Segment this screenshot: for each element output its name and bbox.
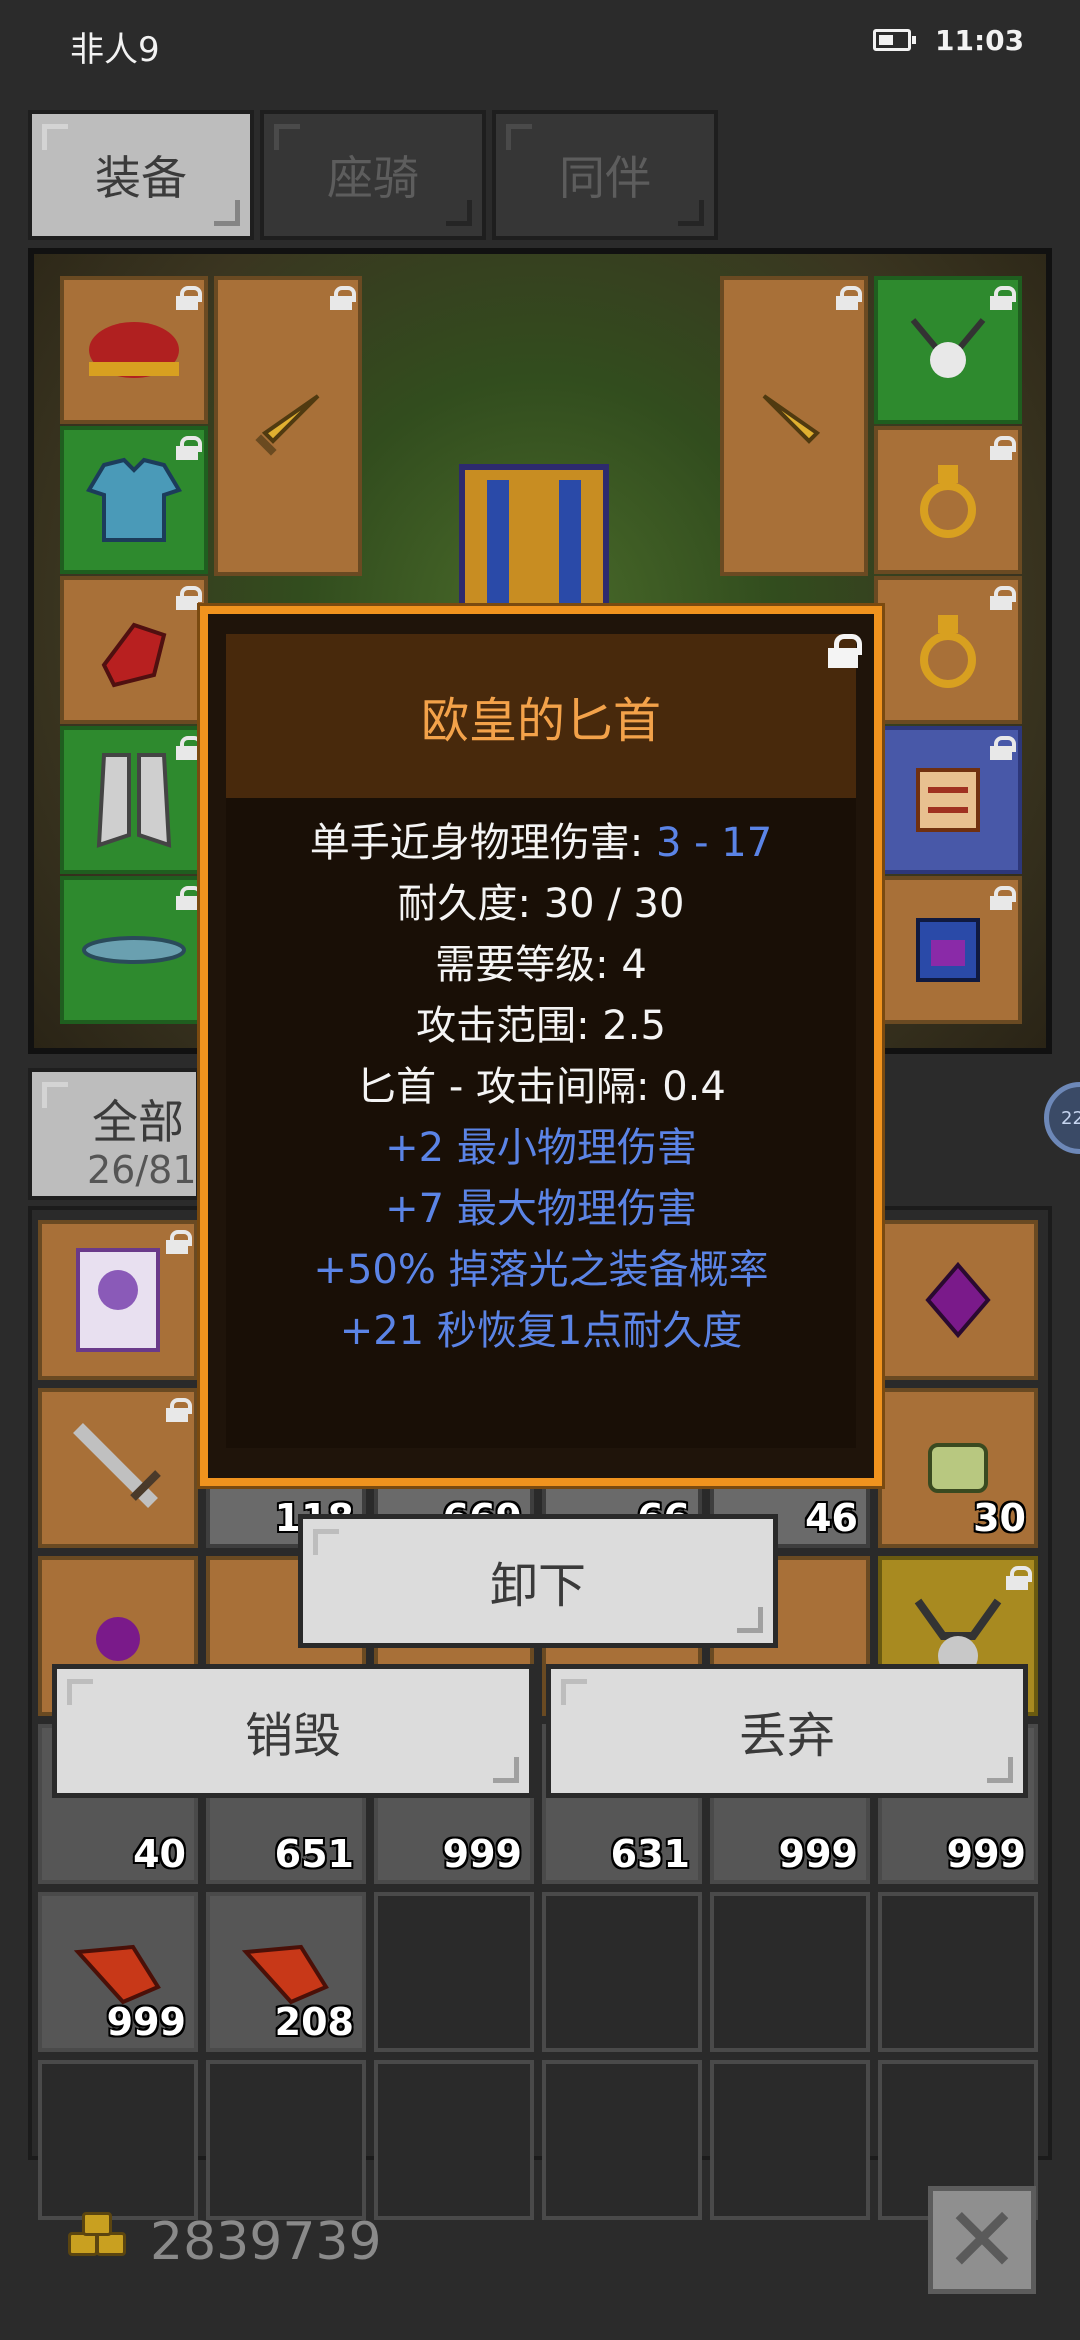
inventory-slot-empty[interactable] xyxy=(710,2060,870,2220)
lock-icon xyxy=(176,736,202,760)
gem-icon xyxy=(882,1224,1034,1376)
lock-icon xyxy=(176,886,202,910)
discard-button[interactable]: 丢弃 xyxy=(546,1664,1028,1798)
item-tooltip: 欧皇的匕首 单手近身物理伤害: 3 - 17 耐久度: 30 / 30 需要等级… xyxy=(200,606,882,1486)
inventory-slot-empty[interactable] xyxy=(710,1892,870,2052)
item-quantity: 999 xyxy=(946,1832,1026,1876)
stat-damage: 单手近身物理伤害: 3 - 17 xyxy=(226,810,856,868)
item-quantity: 999 xyxy=(106,2000,186,2044)
inventory-slot-empty[interactable] xyxy=(374,2060,534,2220)
clock: 11:03 xyxy=(935,24,1025,57)
lock-icon xyxy=(176,286,202,310)
chest-icon xyxy=(459,464,609,614)
side-bubble-text: 22 xyxy=(1061,1107,1080,1129)
stat-bonus: +2 最小物理伤害 xyxy=(385,1125,697,1171)
tab-label: 同伴 xyxy=(559,151,651,205)
lock-icon xyxy=(990,886,1016,910)
belt-slot[interactable] xyxy=(60,876,208,1024)
ring-slot-1[interactable] xyxy=(874,426,1022,574)
item-quantity: 999 xyxy=(778,1832,858,1876)
tab-mount[interactable]: 座骑 xyxy=(260,110,486,240)
inventory-slot[interactable]: 208 xyxy=(206,1892,366,2052)
gloves-slot[interactable] xyxy=(60,576,208,724)
lock-icon[interactable] xyxy=(828,634,862,668)
inventory-slot-empty[interactable] xyxy=(38,2060,198,2220)
lock-icon xyxy=(836,286,862,310)
item-quantity: 208 xyxy=(274,2000,354,2044)
gold-coins-icon xyxy=(68,2210,132,2264)
lock-icon xyxy=(176,586,202,610)
helmet-slot[interactable] xyxy=(60,276,208,424)
ring-slot-2[interactable] xyxy=(874,576,1022,724)
inventory-slot-empty[interactable] xyxy=(374,1892,534,2052)
tab-label: 座骑 xyxy=(327,151,419,205)
lock-icon xyxy=(990,286,1016,310)
item-quantity: 651 xyxy=(274,1832,354,1876)
close-button[interactable]: ✕ xyxy=(928,2186,1036,2294)
lock-icon xyxy=(176,436,202,460)
item-quantity: 999 xyxy=(442,1832,522,1876)
destroy-label: 销毁 xyxy=(244,1708,341,1764)
stat-durability: 耐久度: 30 / 30 xyxy=(397,881,685,927)
dagger-icon xyxy=(724,280,864,572)
side-float-button[interactable]: 22 xyxy=(1044,1082,1080,1154)
stat-bonus: +7 最大物理伤害 xyxy=(385,1186,697,1232)
destroy-button[interactable]: 销毁 xyxy=(52,1664,534,1798)
main-hand-slot[interactable] xyxy=(214,276,362,576)
amulet-slot[interactable] xyxy=(874,276,1022,424)
inventory-slot[interactable]: 999 xyxy=(38,1892,198,2052)
stat-interval: 匕首 - 攻击间隔: 0.4 xyxy=(356,1064,726,1110)
carrier-label: 非人9 xyxy=(70,30,160,70)
filter-tab-all[interactable]: 全部 26/81 xyxy=(28,1068,200,1200)
stat-range: 攻击范围: 2.5 xyxy=(416,1003,666,1049)
inventory-slot-empty[interactable] xyxy=(542,1892,702,2052)
gold-amount: 2839739 xyxy=(150,2212,382,2272)
dagger-icon xyxy=(218,280,358,572)
armor-slot[interactable] xyxy=(60,426,208,574)
book-slot[interactable] xyxy=(874,876,1022,1024)
inventory-slot-empty[interactable] xyxy=(542,2060,702,2220)
discard-label: 丢弃 xyxy=(738,1708,835,1764)
unequip-button[interactable]: 卸下 xyxy=(298,1514,778,1648)
status-bar: 非人9 11:03 xyxy=(0,0,1080,90)
item-quantity: 40 xyxy=(133,1832,186,1876)
filter-count: 26/81 xyxy=(87,1148,197,1192)
boots-slot[interactable] xyxy=(60,726,208,874)
lock-icon xyxy=(990,436,1016,460)
inventory-slot-empty[interactable] xyxy=(878,1892,1038,2052)
inventory-slot[interactable] xyxy=(878,1220,1038,1380)
unequip-label: 卸下 xyxy=(489,1558,586,1614)
lock-icon xyxy=(166,1398,192,1422)
stat-bonus: +50% 掉落光之装备概率 xyxy=(313,1247,769,1293)
inventory-slot-empty[interactable] xyxy=(206,2060,366,2220)
item-title: 欧皇的匕首 xyxy=(226,634,856,798)
inventory-slot[interactable] xyxy=(38,1388,198,1548)
lock-icon xyxy=(990,586,1016,610)
battery-icon xyxy=(873,29,916,51)
filter-label: 全部 xyxy=(92,1095,184,1149)
tab-label: 装备 xyxy=(95,151,187,205)
item-quantity: 631 xyxy=(610,1832,690,1876)
item-stats: 单手近身物理伤害: 3 - 17 耐久度: 30 / 30 需要等级: 4 攻击… xyxy=(226,798,856,1448)
inventory-slot[interactable] xyxy=(38,1220,198,1380)
lock-icon xyxy=(166,1230,192,1254)
stat-damage-label: 单手近身物理伤害: xyxy=(309,820,656,866)
scroll-slot[interactable] xyxy=(874,726,1022,874)
stat-damage-value: 3 - 17 xyxy=(655,820,773,866)
off-hand-slot[interactable] xyxy=(720,276,868,576)
item-quantity: 46 xyxy=(805,1496,858,1540)
inventory-slot[interactable]: 30 xyxy=(878,1388,1038,1548)
stat-bonus: +21 秒恢复1点耐久度 xyxy=(339,1308,743,1354)
lock-icon xyxy=(330,286,356,310)
close-icon: ✕ xyxy=(944,2187,1020,2293)
item-quantity: 30 xyxy=(973,1496,1026,1540)
tab-companion[interactable]: 同伴 xyxy=(492,110,718,240)
lock-icon xyxy=(990,736,1016,760)
tab-equipment[interactable]: 装备 xyxy=(28,110,254,240)
stat-level-req: 需要等级: 4 xyxy=(435,942,647,988)
lock-icon xyxy=(1006,1566,1032,1590)
